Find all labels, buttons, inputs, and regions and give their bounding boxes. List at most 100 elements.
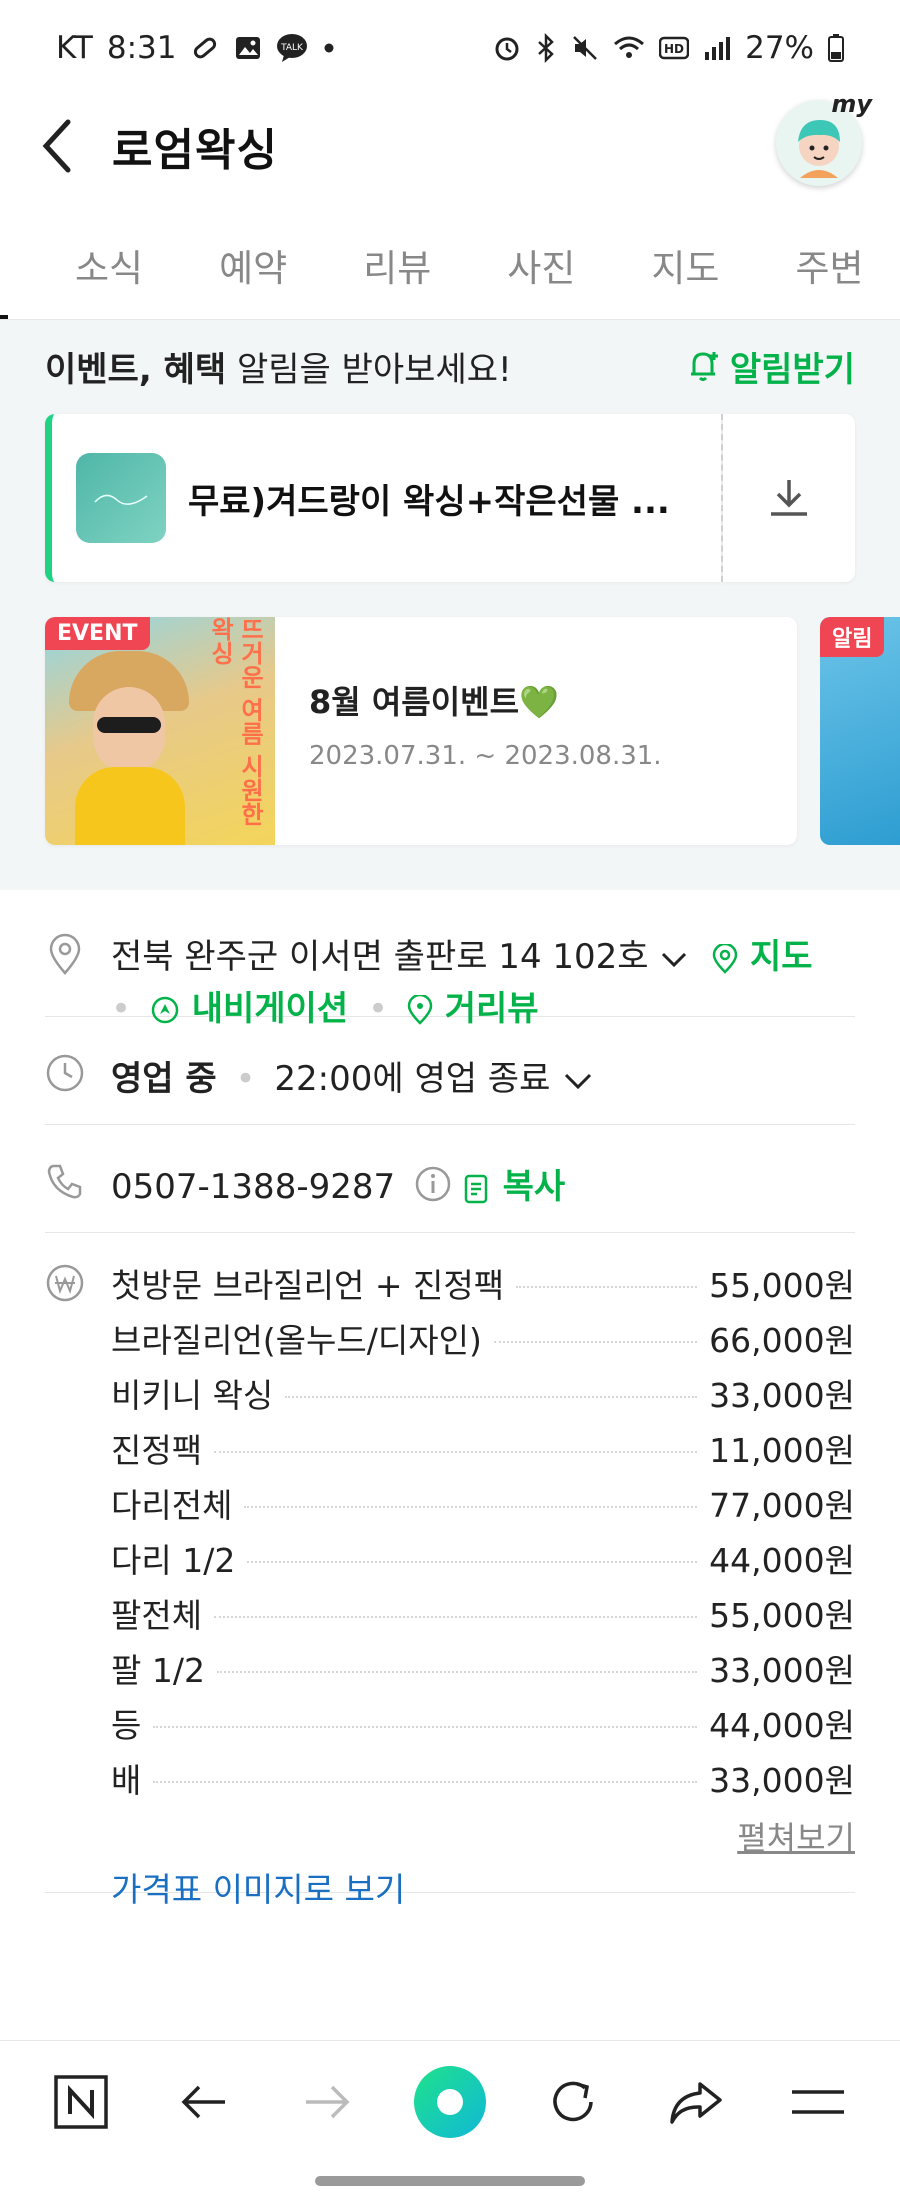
coupon-download-button[interactable]: [723, 414, 855, 582]
app-header: 로엄왁싱 my: [0, 90, 900, 196]
alert-text: 이벤트, 혜택 알림을 받아보세요!: [45, 342, 512, 391]
link-icon: [190, 33, 220, 63]
svg-text:TALK: TALK: [281, 43, 305, 53]
gallery-icon: [234, 34, 262, 62]
hamburger-menu-icon: [792, 2089, 845, 2114]
phone-icon: [45, 1161, 85, 1201]
battery-icon: [828, 33, 844, 63]
coupon-thumbnail: [76, 453, 166, 543]
price-item-value: 66,000원: [709, 1320, 855, 1360]
address-row: 전북 완주군 이서면 출판로 14 102호 지도 • 내비게이션 • 거리뷰: [45, 890, 855, 1029]
price-item-name: 등: [111, 1705, 142, 1745]
alert-row: 이벤트, 혜택 알림을 받아보세요! 알림받기: [45, 332, 855, 400]
naver-home-button[interactable]: [41, 2062, 121, 2142]
arrow-left-icon: [181, 2085, 226, 2118]
price-item-name: 팔 1/2: [111, 1650, 205, 1690]
price-item-name: 다리 1/2: [111, 1540, 236, 1580]
map-link[interactable]: 지도: [712, 937, 813, 977]
clock: 8:31: [106, 30, 177, 66]
tab-reservation[interactable]: 예약: [219, 238, 287, 292]
info-icon[interactable]: [414, 1165, 452, 1212]
price-item-value: 33,000원: [709, 1760, 855, 1800]
event-date: 2023.07.31. ~ 2023.08.31.: [309, 741, 662, 771]
tab-news[interactable]: 소식: [75, 238, 143, 292]
event-badge: EVENT: [45, 617, 150, 650]
tab-reviews[interactable]: 리뷰: [363, 238, 431, 292]
price-item-name: 진정팩: [111, 1430, 203, 1470]
copy-phone-button[interactable]: 복사: [463, 1167, 565, 1207]
price-item: 팔전체 55,000원: [111, 1585, 855, 1640]
events-section: 이벤트, 혜택 알림을 받아보세요! 알림받기 무료)겨드랑이 왁싱+작은선물 …: [0, 320, 900, 890]
won-icon: [45, 1263, 85, 1303]
price-item: 다리 1/2 44,000원: [111, 1530, 855, 1585]
home-gesture-bar[interactable]: [315, 2176, 585, 2186]
phone-number[interactable]: 0507-1388-9287: [111, 1167, 395, 1207]
price-item: 비키니 왁싱 33,000원: [111, 1365, 855, 1420]
alert-text-rest: 알림을 받아보세요!: [226, 349, 512, 390]
back-button[interactable]: [40, 116, 84, 176]
browser-bottom-nav: [0, 2040, 900, 2162]
event-card[interactable]: 뜨거운 여름 시원한 왁싱 EVENT 8월 여름이벤트💚 2023.07.31…: [45, 617, 797, 845]
notification-dot-icon: [322, 41, 336, 55]
price-image-link[interactable]: 가격표 이미지로 보기: [111, 1863, 405, 1911]
my-avatar-button[interactable]: my: [776, 90, 872, 186]
price-item: 다리전체 77,000원: [111, 1475, 855, 1530]
phone-content: 0507-1388-9287 복사: [111, 1159, 855, 1212]
status-bar: KT 8:31 TALK HD 27%: [0, 0, 900, 96]
mute-icon: [571, 34, 599, 62]
price-row: 첫방문 브라질리언 + 진정팩 55,000원 브라질리언(올누드/디자인) 66,…: [45, 1233, 855, 1909]
signal-icon: [703, 34, 731, 62]
alert-text-bold: 이벤트, 혜택: [45, 349, 227, 390]
bluetooth-icon: [535, 33, 557, 63]
address-expand-icon[interactable]: [659, 934, 689, 984]
forward-nav-button[interactable]: [287, 2062, 367, 2142]
tab-photos[interactable]: 사진: [507, 238, 575, 292]
event-card-next[interactable]: 알림: [820, 617, 900, 845]
download-icon: [771, 480, 807, 516]
coupon-card[interactable]: 무료)겨드랑이 왁싱+작은선물 ...: [45, 414, 855, 582]
subscribe-alert-button[interactable]: 알림받기: [686, 342, 855, 391]
refresh-button[interactable]: [533, 2062, 613, 2142]
coupon-main[interactable]: 무료)겨드랑이 왁싱+작은선물 ...: [45, 414, 721, 582]
hours-content: 영업 중 • 22:00에 영업 종료: [111, 1051, 855, 1101]
price-item: 배 33,000원: [111, 1750, 855, 1805]
address-text: 전북 완주군 이서면 출판로 14 102호: [111, 937, 649, 977]
status-right: HD 27%: [493, 30, 844, 66]
phone-row: 0507-1388-9287 복사: [45, 1125, 855, 1233]
price-item-value: 55,000원: [709, 1595, 855, 1635]
price-item-name: 첫방문 브라질리언 + 진정팩: [111, 1265, 505, 1305]
copy-phone-label: 복사: [502, 1167, 566, 1207]
clock-icon: [45, 1053, 85, 1093]
price-item: 진정팩 11,000원: [111, 1420, 855, 1475]
price-item-value: 11,000원: [709, 1430, 855, 1470]
tab-map[interactable]: 지도: [651, 238, 719, 292]
hours-row[interactable]: 영업 중 • 22:00에 영업 종료: [45, 1017, 855, 1125]
svg-text:HD: HD: [664, 42, 684, 56]
menu-button[interactable]: [778, 2062, 858, 2142]
green-dot-button[interactable]: [410, 2062, 490, 2142]
naver-n-icon: [54, 2074, 109, 2129]
price-item-name: 배: [111, 1760, 142, 1800]
tab-indicator: [0, 315, 8, 319]
refresh-icon: [553, 2081, 593, 2121]
share-button[interactable]: [656, 2062, 736, 2142]
price-item-value: 33,000원: [709, 1650, 855, 1690]
price-list: 첫방문 브라질리언 + 진정팩 55,000원 브라질리언(올누드/디자인) 66,…: [111, 1255, 855, 1805]
expand-prices-link[interactable]: 펼쳐보기: [737, 1813, 855, 1859]
hours-detail: 22:00에 영업 종료: [274, 1059, 551, 1099]
price-item: 팔 1/2 33,000원: [111, 1640, 855, 1695]
tab-nearby[interactable]: 주변: [795, 238, 863, 292]
avatar-my-label: my: [831, 90, 872, 118]
hd-icon: HD: [659, 36, 690, 60]
price-item-value: 77,000원: [709, 1485, 855, 1525]
price-item: 브라질리언(올누드/디자인) 66,000원: [111, 1310, 855, 1365]
location-pin-icon: [45, 933, 85, 975]
arrow-right-icon: [306, 2085, 350, 2118]
price-item-value: 33,000원: [709, 1375, 855, 1415]
avatar-icon: [798, 120, 840, 178]
back-arrow-icon: [42, 119, 71, 173]
hours-expand-icon[interactable]: [561, 1061, 595, 1101]
coupon-title: 무료)겨드랑이 왁싱+작은선물 ...: [188, 481, 670, 522]
event-badge-next: 알림: [820, 617, 885, 657]
back-nav-button[interactable]: [164, 2062, 244, 2142]
